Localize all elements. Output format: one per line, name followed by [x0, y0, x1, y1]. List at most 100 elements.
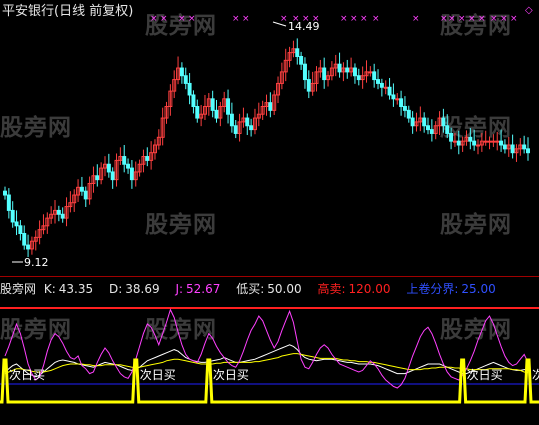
candle-body: [526, 148, 530, 154]
candle-body: [472, 140, 477, 146]
series-line-K: [4, 344, 528, 378]
candle-body: [495, 140, 500, 143]
candle-body: [129, 167, 134, 181]
marker-icon: ×: [160, 14, 168, 24]
high-price-label: 14.49: [288, 20, 320, 33]
candle-body: [345, 67, 350, 73]
low-buy-label: 低买:: [236, 282, 265, 296]
high-sell-label: 高卖:: [317, 282, 346, 296]
candle-body: [391, 94, 396, 100]
candle-body: [214, 109, 219, 119]
candle-body: [522, 144, 527, 150]
candle-body: [445, 125, 450, 134]
panel-divider: [0, 276, 539, 277]
candle-body: [18, 225, 23, 235]
candle-body: [83, 190, 88, 200]
low-buy-legend: 低买: 50.00: [236, 282, 307, 296]
marker-row: × × × × × × × × × × × × × × × × × × × × × × ×◇: [150, 5, 533, 24]
marker-icon: ×: [510, 14, 518, 24]
marker-icon: ×: [242, 14, 250, 24]
signal-label: 次日买: [467, 368, 503, 382]
candle-body: [145, 156, 150, 161]
candle-body: [306, 79, 311, 92]
d-legend: D: 38.69: [109, 282, 166, 296]
candle-body: [233, 125, 238, 134]
candle-body: [187, 82, 192, 96]
marker-icon: ×: [490, 14, 498, 24]
candle-body: [95, 175, 100, 181]
candle-body: [452, 140, 457, 143]
candle-body: [499, 140, 504, 146]
boundary-legend: 上卷分界: 25.00: [406, 282, 501, 296]
marker-icon: ×: [178, 14, 186, 24]
price-annotations: 14.49 9.12: [12, 20, 320, 269]
candle-body: [79, 186, 84, 192]
d-label: D:: [108, 282, 123, 296]
candle-body: [245, 117, 250, 127]
candle-body: [368, 71, 373, 74]
candle-body: [299, 55, 304, 65]
marker-icon: ×: [340, 14, 348, 24]
candle-body: [183, 75, 188, 84]
candle-body: [126, 163, 131, 169]
stock-chart-screen: 股旁网 股旁网 股旁网 股旁网 股旁网 股旁网 股旁网 股旁网 股旁网 平安银行…: [0, 0, 539, 425]
candle-body: [10, 209, 15, 223]
indicator-name: 股旁网: [0, 282, 37, 296]
marker-icon: ×: [150, 14, 158, 24]
candle-body: [429, 129, 434, 134]
candle-body: [456, 140, 461, 146]
high-sell-legend: 高卖: 120.00: [317, 282, 396, 296]
candle-body: [441, 117, 446, 127]
candle-body: [410, 117, 415, 127]
series-line-J: [4, 308, 529, 389]
candle-body: [110, 171, 115, 181]
marker-icon: ×: [412, 14, 420, 24]
marker-icon: ×: [188, 14, 196, 24]
candle-body: [195, 106, 200, 119]
candle-body: [322, 67, 327, 81]
candle-body: [502, 144, 507, 150]
candle-body: [229, 113, 234, 127]
j-value: 52.67: [186, 282, 221, 296]
candle-body: [426, 125, 431, 131]
k-label: K:: [43, 282, 56, 296]
low-price-label: 9.12: [24, 256, 49, 269]
j-legend: J: 52.67: [175, 282, 226, 296]
candle-body: [210, 98, 215, 111]
marker-icon: ×: [500, 14, 508, 24]
signal-label: 次日买: [140, 368, 176, 382]
candlestick-series: [3, 38, 530, 257]
candle-body: [468, 136, 473, 142]
boundary-value: 25.00: [461, 282, 496, 296]
candle-body: [476, 144, 481, 147]
candle-body: [395, 98, 400, 101]
candle-body: [106, 163, 111, 173]
candle-body: [491, 140, 496, 143]
indicator-lines: [4, 308, 529, 389]
marker-icon: ×: [350, 14, 358, 24]
candle-body: [337, 63, 342, 73]
candle-body: [6, 194, 11, 211]
signal-label: 次日买: [532, 368, 539, 382]
marker-icon: ×: [478, 14, 486, 24]
marker-icon: ×: [440, 14, 448, 24]
marker-icon: ×: [232, 14, 240, 24]
candle-body: [191, 94, 196, 108]
marker-icon: ×: [468, 14, 476, 24]
diamond-icon: ◇: [525, 5, 533, 16]
candle-body: [22, 233, 27, 246]
candle-body: [372, 71, 377, 81]
marker-icon: ×: [280, 14, 288, 24]
candle-body: [387, 86, 392, 96]
candle-body: [14, 221, 19, 227]
candle-body: [295, 48, 300, 57]
signal-label: 次日买: [213, 368, 249, 382]
signal-label: 次日买: [9, 368, 45, 382]
low-buy-value: 50.00: [267, 282, 302, 296]
candle-body: [402, 106, 407, 111]
candle-body: [56, 209, 61, 215]
candle-body: [3, 190, 7, 196]
candle-body: [399, 98, 404, 108]
marker-icon: ×: [448, 14, 456, 24]
j-label: J:: [175, 282, 184, 296]
